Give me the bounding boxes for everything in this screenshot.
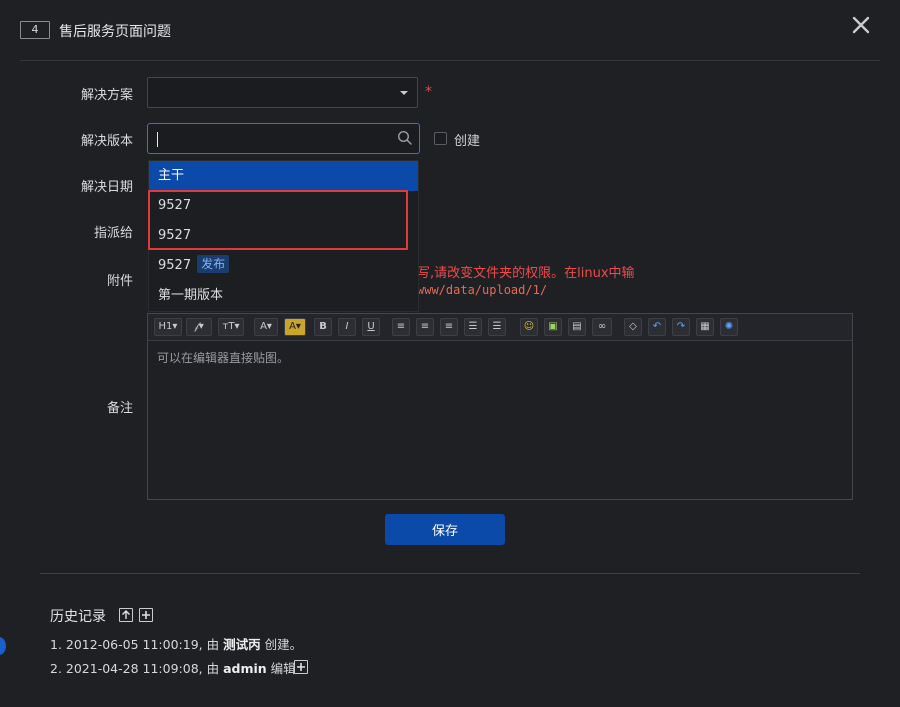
text-cursor xyxy=(157,132,158,147)
paste-text-icon[interactable]: ▦ xyxy=(696,318,714,336)
redo-icon[interactable]: ↷ xyxy=(672,318,690,336)
ordered-list-icon[interactable]: ☰ xyxy=(464,318,482,336)
history-entry: 2. 2021-04-28 11:09:08, 由 admin 编辑。 xyxy=(50,661,309,676)
undo-icon[interactable]: ↶ xyxy=(648,318,666,336)
version-option[interactable]: 9527 发布 xyxy=(149,251,418,281)
collapse-up-icon[interactable] xyxy=(119,608,133,622)
history-divider xyxy=(40,573,860,574)
bold-button[interactable]: B xyxy=(314,318,332,336)
expand-plus-icon[interactable] xyxy=(294,660,308,674)
id-badge: 4 xyxy=(20,21,50,39)
history-title: 历史记录 xyxy=(50,609,106,625)
editor-toolbar: H1▾ 𝒻▾ тT▾ A▾ A▾ B I U ≡ ≡ ≡ ☰ ☰ ☺ ▣ ▤ ∞… xyxy=(148,314,852,341)
emoticon-icon[interactable]: ☺ xyxy=(520,318,538,336)
attach-path: www/data/upload/1/ xyxy=(417,283,548,297)
page-break-icon[interactable]: ▤ xyxy=(568,318,586,336)
history-entry: 1. 2012-06-05 11:00:19, 由 测试丙 创建。 xyxy=(50,637,303,652)
italic-button[interactable]: I xyxy=(338,318,356,336)
solution-select[interactable] xyxy=(147,77,418,108)
image-icon[interactable]: ▣ xyxy=(544,318,562,336)
save-button[interactable]: 保存 xyxy=(385,514,505,545)
rich-text-editor[interactable]: H1▾ 𝒻▾ тT▾ A▾ A▾ B I U ≡ ≡ ≡ ☰ ☰ ☺ ▣ ▤ ∞… xyxy=(147,313,853,500)
version-option[interactable]: 主干 xyxy=(149,161,418,191)
release-badge: 发布 xyxy=(197,255,230,273)
required-mark: * xyxy=(425,84,432,100)
date-label: 解决日期 xyxy=(80,180,133,195)
source-icon[interactable]: ✺ xyxy=(720,318,738,336)
search-icon xyxy=(397,130,413,146)
unordered-list-icon[interactable]: ☰ xyxy=(488,318,506,336)
font-family-button[interactable]: 𝒻▾ xyxy=(186,318,212,336)
align-center-icon[interactable]: ≡ xyxy=(416,318,434,336)
close-icon[interactable] xyxy=(849,13,873,37)
dialog-title: 售后服务页面问题 xyxy=(59,24,171,40)
header-divider xyxy=(20,60,880,61)
attach-warning: 写,请改变文件夹的权限。在linux中输 xyxy=(417,266,635,281)
underline-button[interactable]: U xyxy=(362,318,380,336)
attach-label: 附件 xyxy=(106,274,133,289)
chevron-down-icon xyxy=(400,91,408,95)
highlight-annotation xyxy=(148,190,408,250)
eraser-icon[interactable]: ◇ xyxy=(624,318,642,336)
font-color-button[interactable]: A▾ xyxy=(254,318,278,336)
create-label: 创建 xyxy=(454,134,481,149)
heading-button[interactable]: H1▾ xyxy=(154,318,182,336)
version-label: 解决版本 xyxy=(80,134,133,149)
editor-placeholder: 可以在编辑器直接贴图。 xyxy=(157,351,290,365)
highlight-button[interactable]: A▾ xyxy=(284,318,306,336)
expand-plus-icon[interactable] xyxy=(139,608,153,622)
link-icon[interactable]: ∞ xyxy=(592,318,612,336)
font-size-button[interactable]: тT▾ xyxy=(218,318,244,336)
side-handle[interactable] xyxy=(0,637,6,655)
create-checkbox[interactable] xyxy=(434,132,447,145)
align-left-icon[interactable]: ≡ xyxy=(392,318,410,336)
assign-label: 指派给 xyxy=(93,226,133,241)
version-option[interactable]: 第一期版本 xyxy=(149,281,418,311)
version-search-input[interactable] xyxy=(147,123,420,154)
solution-label: 解决方案 xyxy=(80,88,133,103)
note-label: 备注 xyxy=(106,401,133,416)
align-right-icon[interactable]: ≡ xyxy=(440,318,458,336)
